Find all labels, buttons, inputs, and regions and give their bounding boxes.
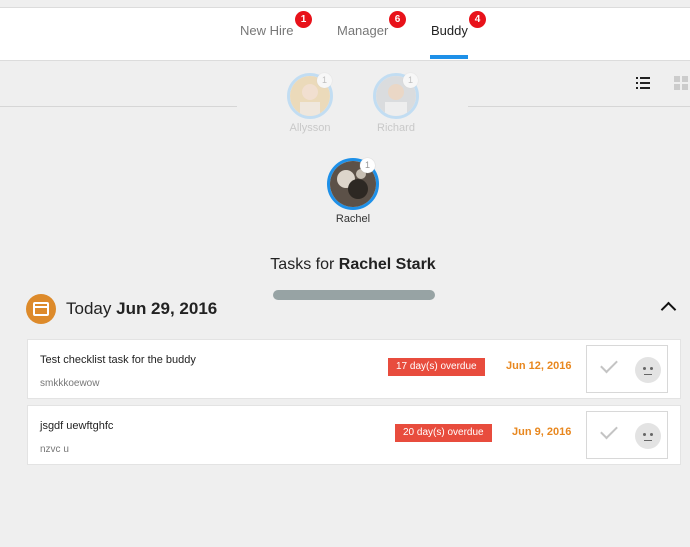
tab-new-hire[interactable]: New Hire: [240, 23, 293, 38]
tab-label: Buddy: [431, 23, 468, 38]
tab-label: Manager: [337, 23, 389, 38]
avatar-count: 1: [317, 73, 332, 88]
person-name: Allysson: [289, 122, 331, 134]
task-title: Test checklist task for the buddy: [40, 354, 196, 366]
person-name: Richard: [377, 122, 415, 134]
tab-badge-manager: 6: [389, 11, 406, 28]
tab-badge-buddy: 4: [469, 11, 486, 28]
date-group-date: Jun 29, 2016: [116, 299, 218, 318]
overdue-badge: 20 day(s) overdue: [395, 424, 492, 442]
chevron-up-icon[interactable]: [660, 301, 677, 318]
person-name: Rachel: [335, 213, 371, 225]
task-subtitle: smkkkoewow: [40, 378, 100, 389]
assignee-face-icon[interactable]: [635, 357, 661, 383]
divider-right: [468, 106, 690, 107]
list-icon: [636, 77, 650, 89]
due-date: Jun 12, 2016: [506, 360, 572, 372]
avatar-count: 1: [360, 158, 375, 173]
date-group-header: Today Jun 29, 2016: [26, 294, 686, 324]
divider-left: [0, 106, 237, 107]
tab-label: New Hire: [240, 23, 294, 38]
tasks-heading-person: Rachel Stark: [338, 256, 436, 273]
grid-icon: [674, 76, 688, 90]
person-richard[interactable]: 1 Richard: [366, 73, 426, 134]
avatar-count: 1: [403, 73, 418, 88]
tasks-heading-prefix: Tasks for: [270, 256, 335, 273]
date-group-label: Today Jun 29, 2016: [66, 299, 217, 319]
tab-badge-new-hire: 1: [295, 11, 312, 28]
active-tab-indicator: [430, 55, 468, 59]
overdue-badge: 17 day(s) overdue: [388, 358, 485, 376]
role-tabbar: New Hire 1 Manager 6 Buddy 4: [0, 8, 690, 61]
check-icon[interactable]: [600, 421, 618, 440]
task-title: jsgdf uewftghfc: [40, 420, 114, 432]
check-icon[interactable]: [600, 355, 618, 374]
calendar-icon: [26, 294, 56, 324]
task-actions: [586, 411, 668, 459]
task-subtitle: nzvc u: [40, 444, 69, 455]
task-card[interactable]: Test checklist task for the buddy smkkko…: [27, 339, 681, 399]
task-actions: [586, 345, 668, 393]
assignee-face-icon[interactable]: [635, 423, 661, 449]
due-date: Jun 9, 2016: [512, 426, 572, 438]
list-view-button[interactable]: [636, 76, 650, 94]
grid-view-button[interactable]: [674, 76, 688, 95]
tasks-heading: Tasks for Rachel Stark: [0, 256, 690, 274]
date-group-day: Today: [66, 299, 112, 318]
tab-buddy[interactable]: Buddy: [431, 23, 468, 38]
task-card[interactable]: jsgdf uewftghfc nzvc u 20 day(s) overdue…: [27, 405, 681, 465]
person-rachel[interactable]: 1 Rachel: [323, 158, 383, 225]
person-allysson[interactable]: 1 Allysson: [280, 73, 340, 134]
tab-manager[interactable]: Manager: [337, 23, 388, 38]
